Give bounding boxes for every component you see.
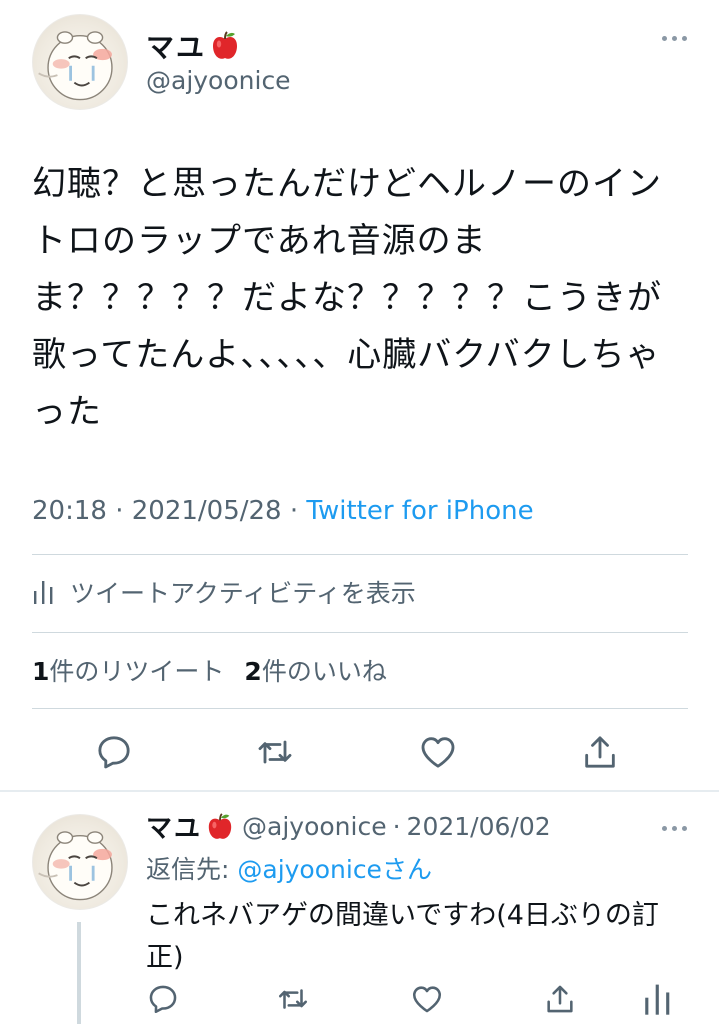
tweet-source-link[interactable]: Twitter for iPhone (306, 496, 533, 526)
more-icon[interactable] (662, 826, 687, 831)
avatar-illustration (38, 31, 113, 101)
like-stat-label: 件のいいね (261, 657, 387, 686)
tweet-date: 2021/05/28 (131, 496, 282, 526)
reply-icon[interactable] (146, 982, 180, 1016)
meta-separator-2: · (289, 496, 299, 526)
divider (32, 632, 688, 633)
activity-label: ツイートアクティビティを表示 (70, 579, 416, 608)
meta-separator: · (115, 496, 124, 526)
apple-icon (210, 30, 240, 62)
divider (32, 554, 688, 555)
reply-to-suffix: さん (381, 855, 432, 884)
apple-icon (206, 812, 234, 842)
tweet-meta: 20:18 · 2021/05/28 · Twitter for iPhone (32, 496, 534, 526)
author-handle[interactable]: @ajyoonice (146, 66, 291, 95)
retweet-stat[interactable]: 1件のリツイート (32, 652, 224, 688)
reply-to-line: 返信先: @ajyooniceさん (146, 850, 432, 886)
tweet-time: 20:18 (32, 496, 107, 526)
author-avatar[interactable] (32, 14, 128, 110)
reply-action-bar (0, 980, 719, 1024)
tweet-text: 幻聴？と思ったんだけどヘルノーのイントロのラップであれ音源のまま？？？？？だよな… (32, 164, 662, 432)
retweet-icon[interactable] (255, 732, 295, 772)
retweet-icon[interactable] (276, 982, 310, 1016)
reply-date[interactable]: 2021/06/02 (407, 812, 551, 841)
author-display-name[interactable]: マユ (146, 26, 206, 66)
reply-icon[interactable] (94, 732, 134, 772)
like-icon[interactable] (418, 732, 458, 772)
engagement-stats: 1件のリツイート 2件のいいね (32, 652, 387, 688)
reply-to-mention[interactable]: @ajyooniceさん (237, 855, 432, 884)
more-icon[interactable] (662, 36, 687, 41)
reply-author-handle[interactable]: @ajyoonice (242, 812, 387, 841)
like-count: 2 (244, 657, 262, 686)
reply-text: これネバアゲの間違いですわ(4日ぶりの訂正) (146, 900, 659, 973)
reply-author-avatar[interactable] (32, 814, 128, 910)
activity-icon (34, 581, 53, 604)
avatar-illustration (38, 831, 113, 901)
reply-separator: · (392, 812, 401, 841)
reply-to-prefix: 返信先: (146, 855, 238, 884)
author-name-row[interactable]: マユ (146, 26, 240, 66)
activity-icon[interactable] (640, 982, 674, 1016)
tweet-action-bar (0, 720, 719, 780)
retweet-stat-label: 件のリツイート (49, 657, 225, 686)
reply-to-handle: @ajyoonice (237, 855, 382, 884)
share-icon[interactable] (543, 982, 577, 1016)
retweet-count: 1 (32, 657, 50, 686)
share-icon[interactable] (580, 732, 620, 772)
reply-author-display-name[interactable]: マユ (146, 808, 202, 845)
section-divider (0, 790, 719, 792)
view-activity-link[interactable]: ツイートアクティビティを表示 (32, 574, 416, 610)
reply-header: マユ @ajyoonice · 2021/06/02 (146, 808, 551, 845)
like-icon[interactable] (410, 982, 444, 1016)
like-stat[interactable]: 2件のいいね (244, 652, 386, 688)
divider (32, 708, 688, 709)
main-tweet: マユ @ajyoonice 幻聴？と思ったんだけどヘルノーのイントロのラップであ… (0, 0, 719, 790)
